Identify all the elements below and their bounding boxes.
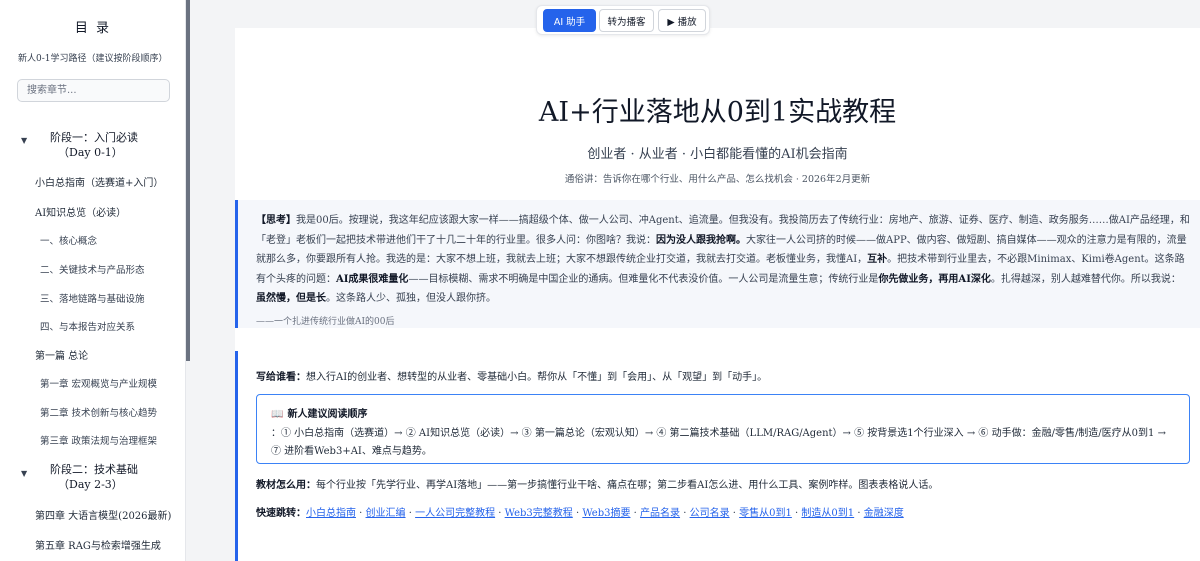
quote-signature: ——一个扎进传统行业做AI的00后 — [256, 316, 395, 327]
toc-title: 目 录 — [74, 21, 112, 36]
jump-link[interactable]: 金融深度 — [864, 508, 904, 519]
page-meta: 通俗讲：告诉你在哪个行业、用什么产品、怎么找机会 · 2026年2月更新 — [564, 174, 871, 185]
thinking-paragraph: 【思考】我是00后。按理说，我这年纪应该跟大家一样——搞超级个体、做一人公司、冲… — [256, 215, 1190, 304]
toc-subitem[interactable]: 第一章 宏观概览与产业规模 — [40, 376, 157, 390]
page-subtitle: 创业者 · 从业者 · 小白都能看懂的AI机会指南 — [587, 147, 848, 162]
convert-to-podcast-button[interactable]: 转为播客 — [599, 9, 654, 32]
play-button[interactable]: ▶ 播放 — [658, 9, 706, 32]
jump-link[interactable]: 一人公司完整教程 — [415, 508, 495, 519]
quick-jump-line: 快速跳转：小白总指南 · 创业汇编 · 一人公司完整教程 · Web3完整教程 … — [256, 508, 904, 519]
jump-link[interactable]: 制造从0到1 — [801, 508, 854, 519]
toc-stage-1[interactable]: ▼ 阶段一：入门必读 （Day 0-1） — [0, 123, 185, 163]
book-icon: 📖 — [271, 409, 284, 420]
toc-item[interactable]: 小白总指南（选赛道+入门） — [35, 174, 163, 189]
toc-item[interactable]: 第五章 RAG与检索增强生成 — [35, 537, 161, 552]
jump-link[interactable]: Web3完整教程 — [505, 508, 573, 519]
toc-subitem[interactable]: 二、关键技术与产品形态 — [40, 262, 145, 276]
expand-caret-icon[interactable]: ▼ — [21, 136, 27, 145]
toc-item[interactable]: AI知识总览（必读） — [35, 204, 126, 219]
jump-link[interactable]: 公司名录 — [690, 508, 730, 519]
document-card: AI+行业落地从0到1实战教程 创业者 · 从业者 · 小白都能看懂的AI机会指… — [235, 28, 1200, 561]
toc-item[interactable]: 第四章 大语言模型(2026最新) — [35, 507, 171, 522]
thinking-quote-block: 【思考】我是00后。按理说，我这年纪应该跟大家一样——搞超级个体、做一人公司、冲… — [235, 200, 1200, 328]
toc-subitem[interactable]: 四、与本报告对应关系 — [40, 319, 135, 333]
toc-item[interactable]: 第一篇 总论 — [35, 347, 88, 362]
chapter-search-input[interactable] — [17, 79, 170, 102]
stage-label: 阶段一：入门必读 （Day 0-1） — [50, 131, 138, 159]
toc-sidebar: 目 录 新人0-1学习路径（建议按阶段顺序） ▼ 阶段一：入门必读 （Day 0… — [0, 0, 186, 561]
ai-assistant-button[interactable]: AI 助手 — [543, 9, 596, 32]
jump-link[interactable]: 小白总指南 — [306, 508, 356, 519]
sidebar-scrollbar[interactable] — [186, 0, 190, 361]
guide-info-block: 写给谁看：想入行AI的创业者、想转型的从业者、零基础小白。帮你从「不懂」到「会用… — [235, 351, 1200, 561]
toc-subitem[interactable]: 三、落地链路与基础设施 — [40, 291, 145, 305]
top-toolbar: AI 助手 转为播客 ▶ 播放 — [536, 5, 710, 35]
stage-label: 阶段二：技术基础 （Day 2-3） — [50, 463, 138, 491]
jump-link[interactable]: Web3摘要 — [582, 508, 630, 519]
audience-line: 写给谁看：想入行AI的创业者、想转型的从业者、零基础小白。帮你从「不懂」到「会用… — [256, 372, 768, 383]
toc-subtitle: 新人0-1学习路径（建议按阶段顺序） — [18, 54, 168, 64]
usage-line: 教材怎么用：每个行业按「先学行业、再学AI落地」——第一步搞懂行业干啥、痛点在哪… — [256, 480, 939, 491]
jump-link[interactable]: 创业汇编 — [366, 508, 406, 519]
jump-link[interactable]: 零售从0到1 — [739, 508, 792, 519]
toc-subitem[interactable]: 一、核心概念 — [40, 233, 97, 247]
expand-caret-icon[interactable]: ▼ — [21, 469, 27, 478]
toc-subitem[interactable]: 第三章 政策法规与治理框架 — [40, 433, 157, 447]
reading-order-box: 📖 新人建议阅读顺序 ：① 小白总指南（选赛道）→ ② AI知识总览（必读）→ ③… — [256, 394, 1190, 464]
toc-subitem[interactable]: 第二章 技术创新与核心趋势 — [40, 405, 157, 419]
reading-order-title: 📖 新人建议阅读顺序 — [271, 409, 368, 420]
reading-order-text: ：① 小白总指南（选赛道）→ ② AI知识总览（必读）→ ③ 第一篇总论（宏观认… — [271, 428, 1166, 457]
page-title: AI+行业落地从0到1实战教程 — [538, 97, 897, 128]
jump-link[interactable]: 产品名录 — [640, 508, 680, 519]
toc-stage-2[interactable]: ▼ 阶段二：技术基础 （Day 2-3） — [0, 455, 185, 495]
